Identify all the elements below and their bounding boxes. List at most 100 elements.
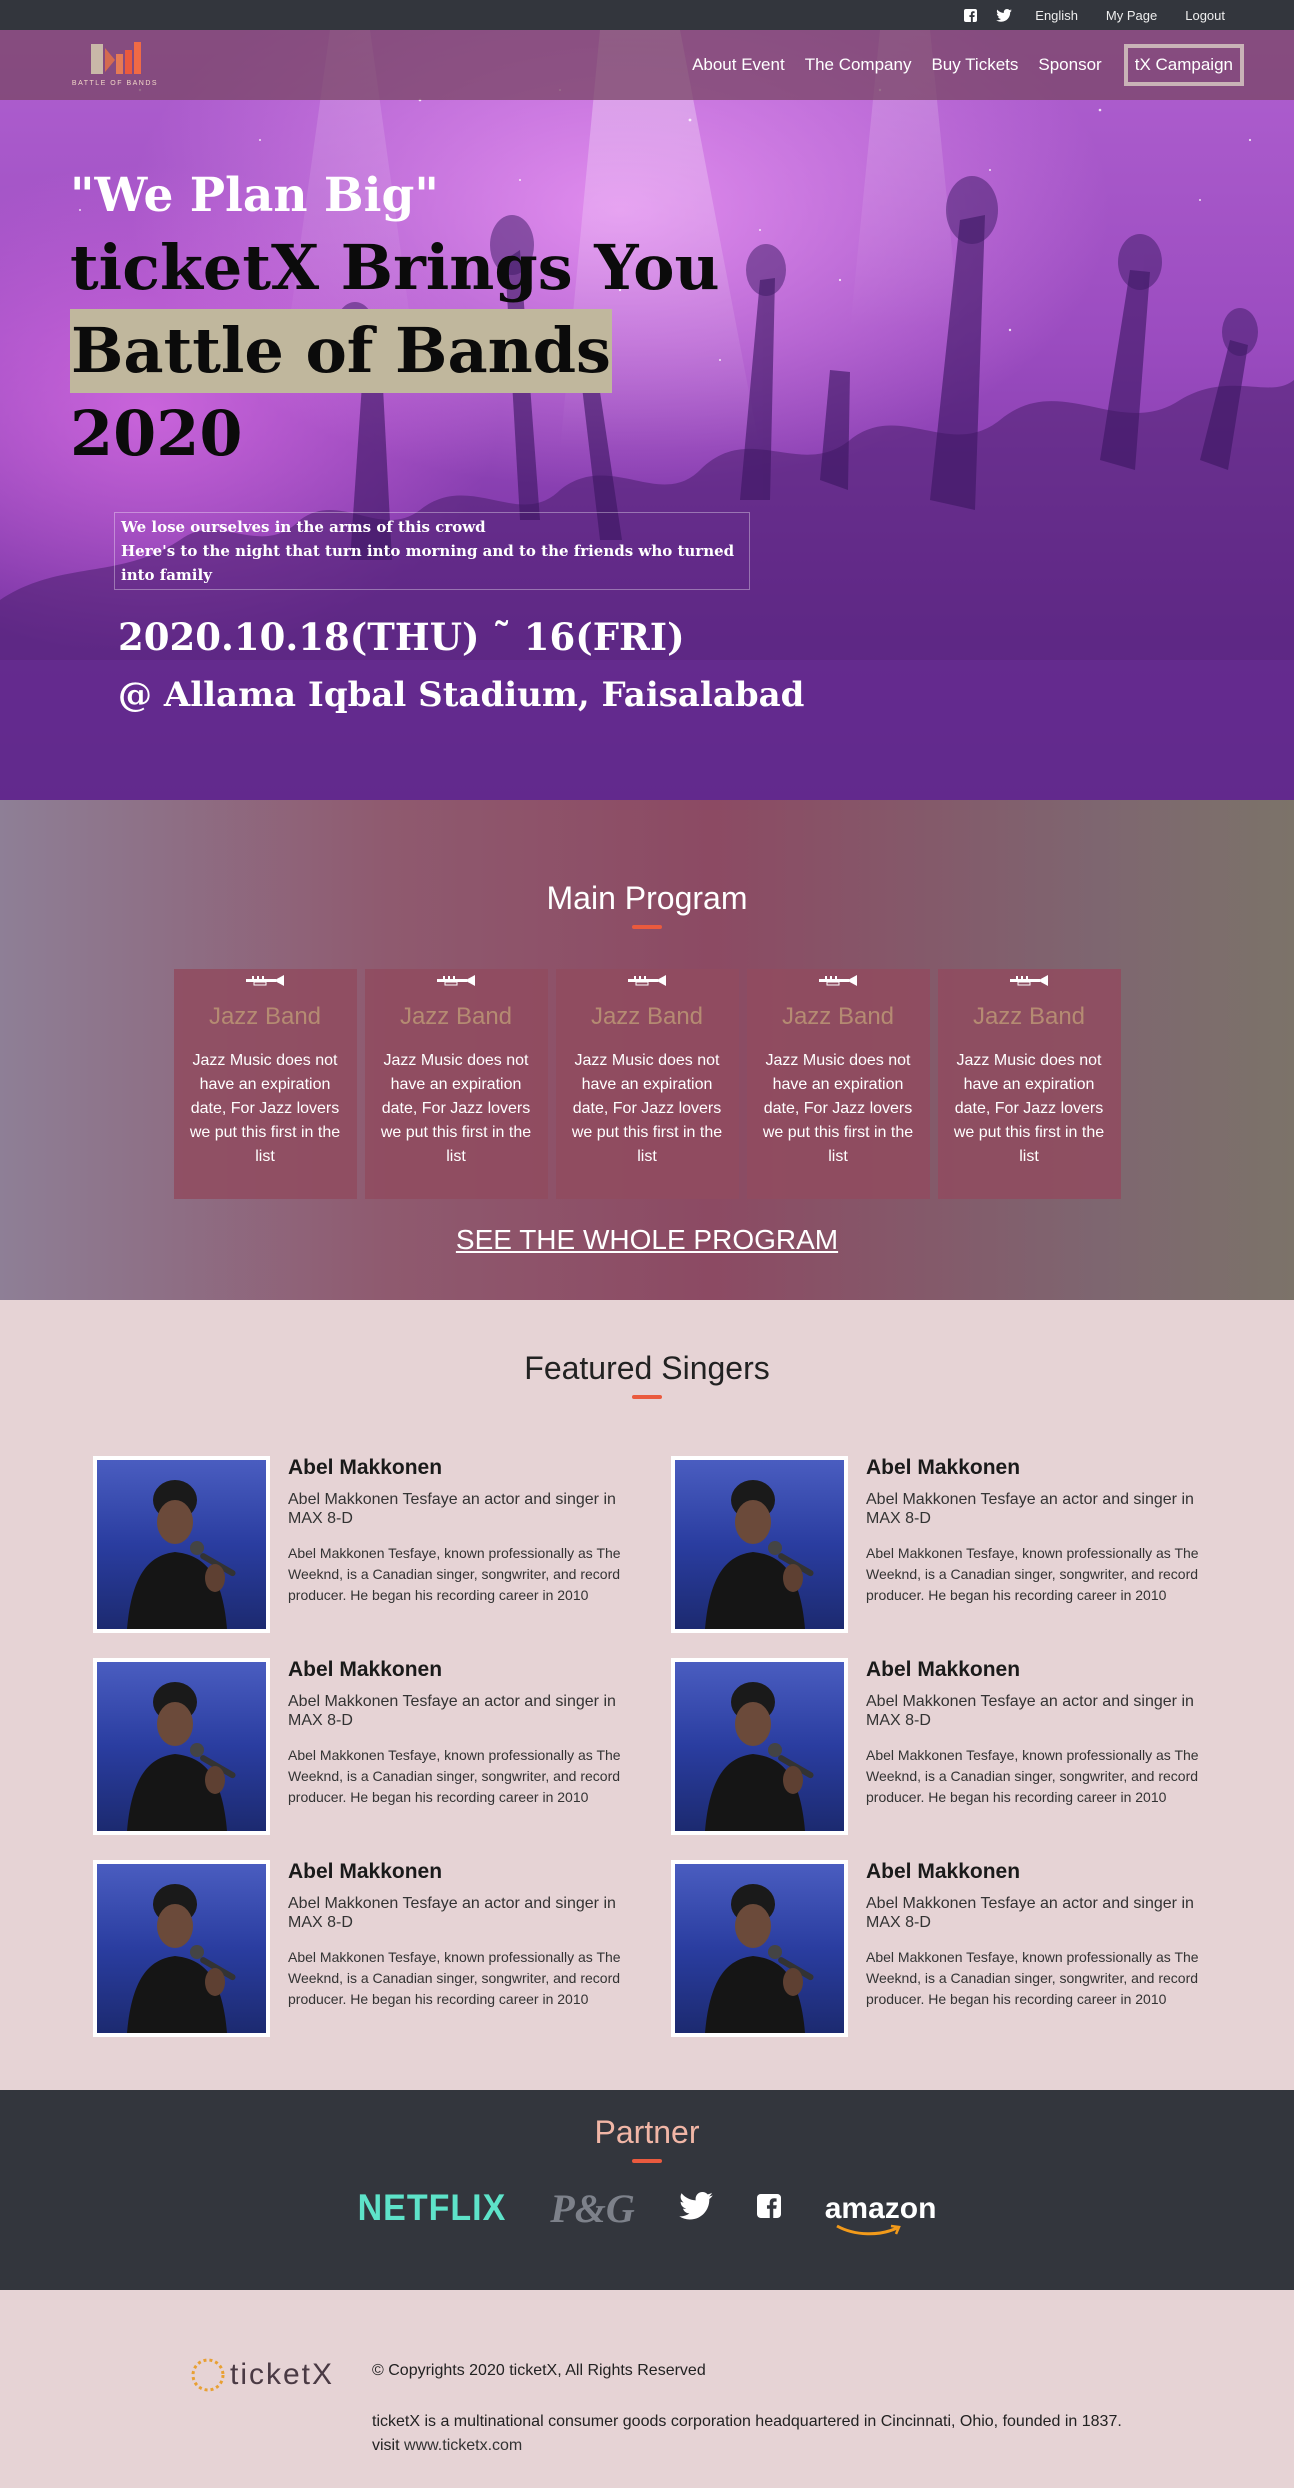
- nav-sponsor[interactable]: Sponsor: [1038, 55, 1101, 75]
- ticketx-ring-icon: [191, 2358, 225, 2392]
- card-title: Jazz Band: [972, 1003, 1086, 1030]
- card-desc: Jazz Music does not have an expiration d…: [953, 1052, 1105, 1165]
- program-card[interactable]: Jazz Band Jazz Music does not have an ex…: [937, 969, 1121, 1199]
- visit-label: visit: [372, 2437, 400, 2454]
- singer-photo: [671, 1658, 848, 1835]
- ticketx-logo[interactable]: ticketX: [188, 2355, 334, 2395]
- twitter-icon[interactable]: [996, 7, 1013, 23]
- singer-role: Abel Makkonen Tesfaye an actor and singe…: [288, 1895, 616, 1931]
- singer-bio: Abel Makkonen Tesfaye, known professiona…: [866, 1747, 1199, 1805]
- logout-link[interactable]: Logout: [1185, 8, 1225, 23]
- trumpet-icon: [246, 975, 284, 986]
- hero-headline: "We Plan Big" ticketX Brings You Battle …: [70, 165, 720, 475]
- section-title: Featured Singers: [524, 1350, 770, 1386]
- hero-tagline-1: We lose ourselves in the arms of this cr…: [121, 518, 486, 536]
- singer-card[interactable]: Abel Makkonen Abel Makkonen Tesfaye an a…: [671, 1658, 1249, 1835]
- singer-grid: Abel Makkonen Abel Makkonen Tesfaye an a…: [93, 1456, 1294, 2037]
- singer-card[interactable]: Abel Makkonen Abel Makkonen Tesfaye an a…: [671, 1456, 1249, 1633]
- program-card[interactable]: Jazz Band Jazz Music does not have an ex…: [364, 969, 548, 1199]
- card-title: Jazz Band: [399, 1003, 513, 1030]
- singer-photo: [93, 1860, 270, 2037]
- language-link[interactable]: English: [1035, 8, 1078, 23]
- nav-links: About Event The Company Buy Tickets Spon…: [682, 44, 1254, 86]
- logo-mark-icon: [91, 42, 141, 74]
- singer-card[interactable]: Abel Makkonen Abel Makkonen Tesfaye an a…: [93, 1658, 671, 1835]
- program-card[interactable]: Jazz Band Jazz Music does not have an ex…: [173, 969, 357, 1199]
- event-date: 2020.10.18(THU) ˜ 16(FRI): [118, 615, 685, 659]
- singer-name: Abel Makkonen: [866, 1658, 1021, 1681]
- program-cards: Jazz Band Jazz Music does not have an ex…: [0, 969, 1294, 1199]
- card-desc: Jazz Music does not have an expiration d…: [189, 1052, 341, 1165]
- copyright-text: © Copyrights 2020 ticketX, All Rights Re…: [372, 2362, 706, 2379]
- pg-logo[interactable]: P&G: [550, 2185, 634, 2232]
- hero-tagline-2: Here's to the night that turn into morni…: [121, 542, 735, 584]
- trumpet-icon: [437, 975, 475, 986]
- card-title: Jazz Band: [590, 1003, 704, 1030]
- facebook-icon[interactable]: [756, 2194, 781, 2223]
- main-nav: BATTLE OF BANDS About Event The Company …: [0, 30, 1294, 100]
- logo-text: BATTLE OF BANDS: [71, 80, 159, 87]
- nav-buy-tickets[interactable]: Buy Tickets: [931, 55, 1018, 75]
- card-desc: Jazz Music does not have an expiration d…: [571, 1052, 723, 1165]
- footer-about: ticketX is a multinational consumer good…: [372, 2410, 1122, 2458]
- section-title: Partner: [594, 2114, 700, 2150]
- partner-logos: NETFLIX P&G amazon: [0, 2185, 1294, 2235]
- main-program-section: Main Program Jazz Band Jazz Music does n…: [0, 800, 1294, 1300]
- amazon-logo[interactable]: amazon: [824, 2191, 937, 2235]
- amazon-smile-icon: [835, 2224, 901, 2235]
- tx-campaign-button[interactable]: tX Campaign: [1123, 44, 1244, 86]
- singer-card[interactable]: Abel Makkonen Abel Makkonen Tesfaye an a…: [93, 1860, 671, 2037]
- singer-name: Abel Makkonen: [288, 1658, 443, 1681]
- nav-about-event[interactable]: About Event: [692, 55, 785, 75]
- program-card[interactable]: Jazz Band Jazz Music does not have an ex…: [746, 969, 930, 1199]
- title-underline: [632, 925, 662, 929]
- battle-of-bands-logo[interactable]: BATTLE OF BANDS: [68, 38, 162, 92]
- singer-name: Abel Makkonen: [288, 1860, 443, 1883]
- title-underline: [632, 2159, 662, 2163]
- amazon-logo-text: amazon: [824, 2191, 937, 2225]
- singer-bio: Abel Makkonen Tesfaye, known professiona…: [866, 1545, 1199, 1603]
- see-whole-program-link[interactable]: SEE THE WHOLE PROGRAM: [456, 1224, 838, 1256]
- singer-bio: Abel Makkonen Tesfaye, known professiona…: [866, 1949, 1199, 2007]
- title-underline: [632, 1395, 662, 1399]
- program-card[interactable]: Jazz Band Jazz Music does not have an ex…: [555, 969, 739, 1199]
- facebook-icon[interactable]: [962, 7, 978, 23]
- featured-singers-section: Featured Singers Abel Makkonen Abel Makk…: [0, 1300, 1294, 2090]
- section-title: Main Program: [546, 880, 748, 916]
- footer: ticketX © Copyrights 2020 ticketX, All R…: [0, 2290, 1294, 2488]
- singer-bio: Abel Makkonen Tesfaye, known professiona…: [288, 1545, 621, 1603]
- singer-role: Abel Makkonen Tesfaye an actor and singe…: [866, 1693, 1194, 1729]
- hero-section: "We Plan Big" ticketX Brings You Battle …: [0, 30, 1294, 800]
- singer-card[interactable]: Abel Makkonen Abel Makkonen Tesfaye an a…: [93, 1456, 671, 1633]
- singer-role: Abel Makkonen Tesfaye an actor and singe…: [288, 1693, 616, 1729]
- website-link[interactable]: www.ticketx.com: [404, 2437, 522, 2454]
- singer-name: Abel Makkonen: [288, 1456, 443, 1479]
- hero-quote: "We Plan Big": [70, 168, 439, 223]
- trumpet-icon: [1010, 975, 1048, 986]
- company-description: ticketX is a multinational consumer good…: [372, 2413, 1122, 2430]
- singer-bio: Abel Makkonen Tesfaye, known professiona…: [288, 1949, 621, 2007]
- card-desc: Jazz Music does not have an expiration d…: [762, 1052, 914, 1165]
- nav-the-company[interactable]: The Company: [805, 55, 912, 75]
- singer-name: Abel Makkonen: [866, 1860, 1021, 1883]
- twitter-icon[interactable]: [678, 2192, 713, 2225]
- singer-card[interactable]: Abel Makkonen Abel Makkonen Tesfaye an a…: [671, 1860, 1249, 2037]
- hero-line-year: 2020: [70, 397, 243, 470]
- hero-line-battle-of-bands: Battle of Bands: [70, 309, 612, 393]
- partner-section: Partner NETFLIX P&G amazon: [0, 2090, 1294, 2290]
- singer-role: Abel Makkonen Tesfaye an actor and singe…: [288, 1491, 616, 1527]
- event-venue: @ Allama Iqbal Stadium, Faisalabad: [118, 675, 805, 715]
- card-title: Jazz Band: [208, 1003, 322, 1030]
- singer-photo: [671, 1456, 848, 1633]
- my-page-link[interactable]: My Page: [1106, 8, 1157, 23]
- card-desc: Jazz Music does not have an expiration d…: [380, 1052, 532, 1165]
- trumpet-icon: [628, 975, 666, 986]
- ticketx-logo-text: ticketX: [230, 2358, 335, 2391]
- trumpet-icon: [819, 975, 857, 986]
- hero-tagline-box: We lose ourselves in the arms of this cr…: [114, 512, 750, 590]
- singer-bio: Abel Makkonen Tesfaye, known professiona…: [288, 1747, 621, 1805]
- singer-name: Abel Makkonen: [866, 1456, 1021, 1479]
- singer-photo: [671, 1860, 848, 2037]
- singer-role: Abel Makkonen Tesfaye an actor and singe…: [866, 1491, 1194, 1527]
- netflix-logo[interactable]: NETFLIX: [358, 2187, 507, 2230]
